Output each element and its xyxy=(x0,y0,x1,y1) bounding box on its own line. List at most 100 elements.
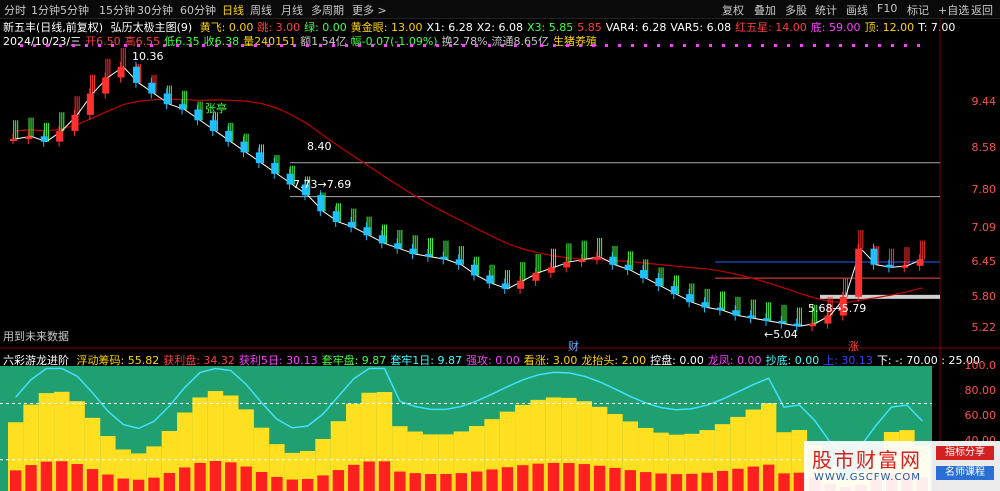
period-toolbar: 分时 1分钟 5分钟 15分钟 30分钟 60分钟 日线 周线 月线 多周期 更多 > 复权 叠加 多股统… xyxy=(0,0,1000,19)
toolbar-btn-2[interactable]: 多股 xyxy=(785,2,807,18)
dot-marker xyxy=(800,44,803,47)
indicator-value-8: VAR4: 6.28 xyxy=(605,21,667,34)
sub-value-5: 强攻: 0.00 xyxy=(466,354,520,367)
candle-body xyxy=(440,256,448,260)
sub-yellow-bar xyxy=(330,421,347,491)
candle-body xyxy=(71,114,79,131)
watermark-title: 股市财富网 xyxy=(812,448,922,472)
sub-yellow-bar xyxy=(760,403,777,491)
candle-body xyxy=(10,138,17,141)
candle-body xyxy=(593,256,601,260)
candle-body xyxy=(148,82,156,94)
candle-body xyxy=(655,278,663,287)
sub-yellow-bar xyxy=(545,397,562,491)
future-data-note: 用到未来数据 xyxy=(3,330,69,343)
main-candlestick-chart[interactable] xyxy=(0,0,1000,491)
candle-body xyxy=(824,315,832,324)
sub-red-bar xyxy=(117,478,129,491)
sub-red-bar xyxy=(363,461,375,491)
candle-body xyxy=(870,248,878,265)
toolbar-btn-7[interactable]: +自选 xyxy=(938,2,969,18)
candle-body xyxy=(209,120,217,131)
tab-9[interactable]: 多周期 xyxy=(311,2,344,18)
dot-marker xyxy=(904,44,907,47)
tab-7[interactable]: 周线 xyxy=(250,2,272,18)
price-tick-2: 7.80 xyxy=(971,182,997,196)
candle-body xyxy=(624,264,632,271)
sub-red-bar xyxy=(655,473,667,491)
quote-value-2: 高6.55 xyxy=(124,35,161,48)
candle-body xyxy=(332,211,340,222)
candle-body xyxy=(424,254,432,257)
annotation-low: ←5.04 xyxy=(764,328,798,341)
candle-body xyxy=(670,286,678,295)
candle-body xyxy=(132,66,140,83)
sub-red-bar xyxy=(102,474,114,491)
sub-value-3: 套牢盘: 9.87 xyxy=(321,354,387,367)
sub-tick-0: 100.0 xyxy=(964,359,997,372)
sub-red-bar xyxy=(209,461,222,491)
toolbar-btn-6[interactable]: 标记 xyxy=(907,2,929,18)
sub-yellow-bar xyxy=(776,432,792,491)
candle-body xyxy=(809,323,817,327)
sub-red-bar xyxy=(593,465,606,491)
indicator-value-12: 顶: 12.00 xyxy=(864,21,915,34)
tab-0[interactable]: 分时 xyxy=(4,2,26,18)
tab-5[interactable]: 60分钟 xyxy=(180,2,216,18)
sub-yellow-bar xyxy=(422,434,439,491)
candle-body xyxy=(363,227,371,236)
watermark-url: WWW.GSCFW.COM xyxy=(814,472,921,483)
toolbar-btn-5[interactable]: F10 xyxy=(877,2,897,15)
dot-marker xyxy=(657,44,660,47)
candle-body xyxy=(916,259,924,266)
sub-red-bar xyxy=(40,461,53,491)
sub-yellow-bar xyxy=(699,430,715,491)
candle-body xyxy=(747,315,755,319)
toolbar-btn-0[interactable]: 复权 xyxy=(722,2,744,18)
sub-cyan-line xyxy=(15,367,923,455)
candle-body xyxy=(716,307,724,311)
sub-yellow-bar xyxy=(284,452,300,491)
candle-body xyxy=(762,318,770,321)
tab-8[interactable]: 月线 xyxy=(281,2,303,18)
annotation-right: 5.68→5.79 xyxy=(808,302,867,315)
share-badge[interactable]: 指标分享 xyxy=(936,446,994,460)
sub-tick-1: 80.00 xyxy=(964,384,997,397)
toolbar-btn-1[interactable]: 叠加 xyxy=(754,2,776,18)
dot-marker xyxy=(878,44,881,47)
sub-yellow-bar xyxy=(69,401,85,491)
sub-red-bar xyxy=(132,479,145,491)
tab-3[interactable]: 15分钟 xyxy=(99,2,135,18)
sub-red-bar xyxy=(194,462,206,491)
tab-10[interactable]: 更多 > xyxy=(352,2,387,18)
tab-4[interactable]: 30分钟 xyxy=(137,2,173,18)
dot-marker xyxy=(813,44,816,47)
sub-value-9: 龙凤: 0.00 xyxy=(707,354,762,367)
sub-yellow-bar xyxy=(638,427,654,491)
course-badge[interactable]: 名师课程 xyxy=(936,466,994,480)
indicator-value-10: 红五星: 14.00 xyxy=(735,21,807,34)
sub-yellow-bar xyxy=(269,444,285,491)
tab-1[interactable]: 1分钟 xyxy=(31,2,60,18)
candle-body xyxy=(778,320,786,324)
candle-body xyxy=(163,93,171,105)
candle-body xyxy=(348,221,356,228)
candle-body xyxy=(225,130,233,142)
sub-yellow-bar xyxy=(484,419,500,491)
toolbar-btn-8[interactable]: 返回 xyxy=(971,2,993,18)
sub-red-bar xyxy=(547,462,560,491)
tab-6[interactable]: 日线 xyxy=(222,2,244,18)
toolbar-btn-4[interactable]: 画线 xyxy=(846,2,868,18)
sub-value-2: 获利5日: 30.13 xyxy=(238,354,318,367)
candle-body xyxy=(701,302,709,308)
candle-body xyxy=(686,294,694,303)
sub-indicator-title[interactable]: 六彩游龙进阶 xyxy=(3,354,69,367)
toolbar-btn-3[interactable]: 统计 xyxy=(815,2,837,18)
dot-marker xyxy=(917,44,920,47)
sub-yellow-bar xyxy=(115,449,131,491)
dot-marker xyxy=(618,44,621,47)
tab-2[interactable]: 5分钟 xyxy=(60,2,89,18)
close-line xyxy=(15,66,923,327)
sub-red-bar xyxy=(563,463,575,491)
quote-value-0: 2024/10/23/三 xyxy=(3,35,82,48)
